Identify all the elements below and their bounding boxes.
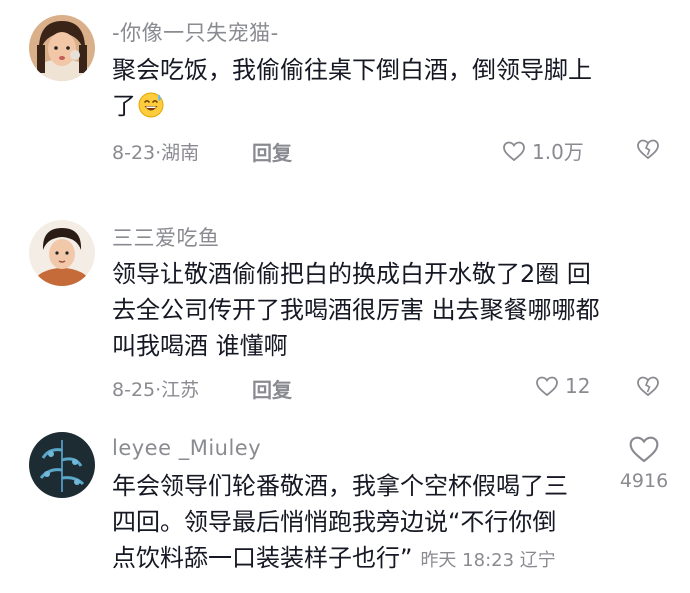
like-button[interactable]: 1.0万 [502,136,584,165]
comment-text-tail: 点饮料舔一口装装样子也行” [112,544,413,572]
comment-location: 江苏 [161,379,200,401]
comment-2: 三三爱吃鱼 领导让敬酒偷偷把白的换成白开水敬了2圈 回 去全公司传开了我喝酒很厉… [0,210,690,410]
comment-meta: 昨天 18:23 辽宁 [420,550,555,571]
comment-text: 年会领导们轮番敬酒，我拿个空杯假喝了三 四回。领导最后悄悄跑我旁边说“不行你倒 … [112,468,612,579]
comment-text-line: 领导让敬酒偷偷把白的换成白开水敬了2圈 回 [112,260,591,288]
comment-text-line-2: 去全公司传开了我喝酒很厉害 出去聚餐哪哪都 [112,296,600,324]
reply-button[interactable]: 回复 [252,137,292,166]
comment-text-line-2: 四回。领导最后悄悄跑我旁边说“不行你倒 [112,508,557,536]
like-count: 1.0万 [532,140,584,164]
broken-heart-icon [637,376,659,397]
comment-date: 8-25 [112,379,156,401]
heart-outline-icon [629,436,659,463]
heart-outline-icon [536,376,558,397]
comment-text-tail: 了 [112,92,136,120]
comment-text: 聚会吃饭，我偷偷往桌下倒白酒，倒领导脚上 了 [112,52,672,124]
like-count: 4916 [619,470,669,492]
username[interactable]: 三三爱吃鱼 [112,222,220,252]
comment-meta: 8-23·湖南 [112,138,199,165]
username[interactable]: leyee _Miuley [112,436,261,460]
comment-text-line: 年会领导们轮番敬酒，我拿个空杯假喝了三 [112,472,568,500]
comment-meta: 8-25·江苏 [112,375,199,402]
heart-outline-icon [503,141,525,161]
like-button[interactable]: 4916 [614,434,674,492]
sweat-smile-emoji [138,92,164,118]
reply-button[interactable]: 回复 [252,374,292,403]
dislike-button[interactable] [635,375,661,397]
username[interactable]: -你像一只失宠猫- [112,17,279,47]
comment-date: 8-23 [112,142,156,164]
comment-text-line-3: 叫我喝酒 谁懂啊 [112,332,288,360]
avatar[interactable] [29,15,95,81]
comment-text-line: 聚会吃饭，我偷偷往桌下倒白酒，倒领导脚上 [112,56,592,84]
comment-3: leyee _Miuley 年会领导们轮番敬酒，我拿个空杯假喝了三 四回。领导最… [0,420,690,593]
dislike-button[interactable] [635,138,661,160]
like-button[interactable]: 12 [535,374,590,398]
comment-text-line-2: 了 [112,88,672,124]
comment-1: -你像一只失宠猫- 聚会吃饭，我偷偷往桌下倒白酒，倒领导脚上 了 8-23·湖南… [0,0,690,190]
comment-date: 昨天 18:23 [420,550,515,571]
broken-heart-icon [637,139,659,160]
comment-location: 辽宁 [519,550,556,571]
avatar[interactable] [29,432,95,498]
like-count: 12 [565,374,591,398]
comment-location: 湖南 [161,142,200,164]
comment-text: 领导让敬酒偷偷把白的换成白开水敬了2圈 回 去全公司传开了我喝酒很厉害 出去聚餐… [112,256,682,364]
comment-text-line-3: 点饮料舔一口装装样子也行” 昨天 18:23 辽宁 [112,540,612,579]
avatar[interactable] [29,220,95,286]
